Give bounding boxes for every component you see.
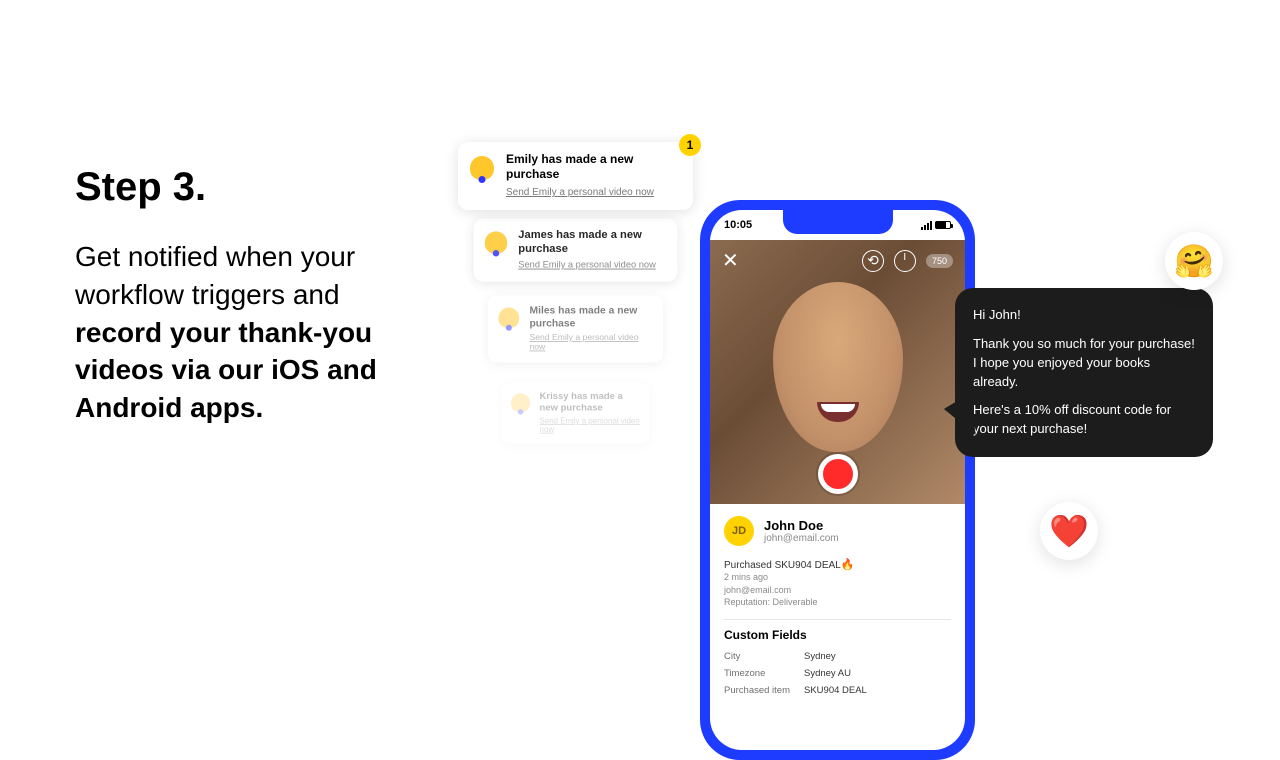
meta-ago: 2 mins ago: [724, 571, 951, 584]
customer-card: JD John Doe john@email.com Purchased SKU…: [710, 504, 965, 711]
field-row: Timezone Sydney AU: [724, 665, 951, 682]
hug-emoji-icon: 🤗: [1165, 232, 1223, 290]
notification-link[interactable]: Send Emily a personal video now: [529, 333, 652, 352]
meta-email: john@email.com: [724, 584, 951, 597]
notification-title: Miles has made a new purchase: [529, 304, 652, 330]
field-row: Purchased item SKU904 DEAL: [724, 682, 951, 699]
bubble-line: Hi John!: [973, 306, 1195, 325]
field-key: City: [724, 651, 804, 662]
step-description-plain: Get notified when your workflow triggers…: [75, 241, 355, 310]
customer-name: John Doe: [764, 518, 839, 533]
field-key: Purchased item: [724, 685, 804, 696]
field-value: Sydney: [804, 651, 836, 662]
heart-emoji-icon: ❤️: [1040, 502, 1098, 560]
close-icon[interactable]: ✕: [722, 248, 739, 273]
field-value: SKU904 DEAL: [804, 685, 867, 696]
bubble-line: Thank you so much for your purchase! I h…: [973, 335, 1195, 392]
speech-bubble: Hi John! Thank you so much for your purc…: [955, 288, 1213, 457]
record-button[interactable]: [818, 454, 858, 494]
notification-stack: 1 Emily has made a new purchase Send Emi…: [458, 142, 693, 458]
signal-icon: [921, 221, 932, 230]
field-row: City Sydney: [724, 648, 951, 665]
divider: [724, 619, 951, 620]
step-description-bold: record your thank-you videos via our iOS…: [75, 317, 377, 424]
timer-icon[interactable]: [894, 250, 916, 272]
bell-icon: [511, 393, 530, 412]
battery-icon: [935, 221, 951, 229]
step-description: Get notified when your workflow triggers…: [75, 238, 415, 427]
field-value: Sydney AU: [804, 668, 851, 679]
notification-badge: 1: [679, 134, 701, 156]
field-key: Timezone: [724, 668, 804, 679]
notification-card[interactable]: Krissy has made a new purchase Send Emil…: [502, 382, 650, 444]
bell-icon: [470, 156, 494, 180]
fire-icon: 🔥: [841, 559, 855, 571]
camera-viewfinder: ✕ 750: [710, 240, 965, 504]
notification-card[interactable]: 1 Emily has made a new purchase Send Emi…: [458, 142, 693, 210]
notification-card[interactable]: James has made a new purchase Send Emily…: [474, 218, 678, 281]
step-title: Step 3.: [75, 165, 415, 210]
notification-title: Krissy has made a new purchase: [540, 390, 640, 414]
notification-title: Emily has made a new purchase: [506, 152, 681, 182]
notification-link[interactable]: Send Emily a personal video now: [518, 260, 656, 270]
instruction-text: Step 3. Get notified when your workflow …: [75, 165, 415, 427]
customer-email: john@email.com: [764, 533, 839, 544]
bell-icon: [499, 308, 520, 329]
bell-icon: [485, 231, 507, 253]
purchase-line: Purchased SKU904 DEAL🔥: [724, 558, 951, 571]
avatar: JD: [724, 516, 754, 546]
speed-pill[interactable]: 750: [926, 254, 953, 268]
notification-card[interactable]: Miles has made a new purchase Send Emily…: [488, 295, 663, 362]
notification-link[interactable]: Send Emily a personal video now: [506, 187, 654, 198]
status-time: 10:05: [724, 219, 752, 231]
meta-reputation: Reputation: Deliverable: [724, 596, 951, 609]
notification-title: James has made a new purchase: [518, 228, 666, 256]
bubble-line: Here's a 10% off discount code for your …: [973, 401, 1195, 439]
switch-camera-icon[interactable]: [862, 250, 884, 272]
custom-fields-title: Custom Fields: [724, 628, 951, 642]
notification-link[interactable]: Send Emily a personal video now: [540, 417, 640, 434]
phone-notch: [783, 210, 893, 234]
phone-mockup: 10:05 ✕ 750 JD John: [700, 200, 975, 760]
